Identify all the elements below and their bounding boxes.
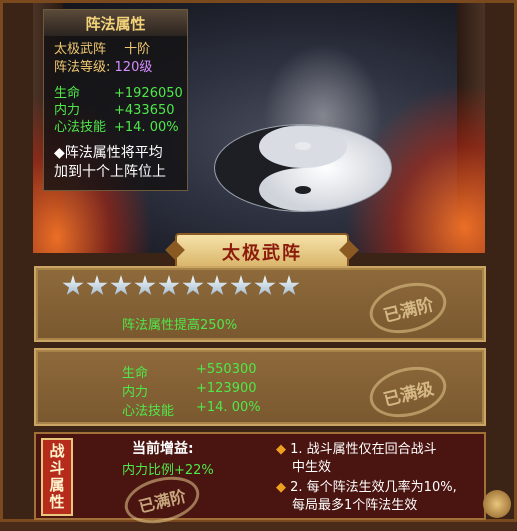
corner-ornament	[483, 490, 511, 518]
note-line-2: 加到十个上阵位上	[54, 164, 166, 180]
level-stat-label-hp: 生命	[122, 366, 149, 381]
attribute-boost-text: 阵法属性提高250%	[122, 318, 238, 333]
tag-char: 战	[49, 442, 65, 460]
star-icon	[110, 275, 132, 296]
yin-yang-icon	[214, 124, 392, 212]
level-label: 阵法等级:	[54, 60, 111, 75]
tag-char: 斗	[49, 459, 65, 477]
stat-row-mana: 内力 +433650	[54, 103, 175, 119]
formation-title: 太极武阵	[222, 243, 302, 264]
battle-note-1-cont: 中生效	[292, 460, 332, 475]
level-value: 120级	[114, 60, 153, 75]
level-stat-value-hp: +550300	[196, 362, 257, 377]
level-stat-label-mana: 内力	[122, 385, 149, 400]
current-gain-label: 当前增益:	[132, 441, 194, 457]
battle-note-2-cont: 每局最多1个阵法生效	[292, 498, 418, 513]
star-rating	[62, 275, 300, 299]
star-icon	[206, 275, 228, 296]
star-icon	[278, 275, 300, 296]
formation-level-row: 阵法等级: 120级	[54, 60, 152, 76]
stat-value: +14. 00%	[114, 120, 179, 135]
stat-value: +433650	[114, 103, 175, 118]
star-icon	[254, 275, 276, 296]
star-upgrade-panel: 阵法属性提高250% 已满阶	[34, 266, 486, 342]
info-panel-header: 阵法属性	[44, 10, 187, 36]
tag-char: 性	[49, 493, 65, 511]
diamond-bullet-icon: ◆	[276, 442, 286, 457]
level-stat-value-mana: +123900	[196, 381, 257, 396]
stat-row-skill: 心法技能 +14. 00%	[54, 120, 179, 136]
battle-note-2: ◆ 2. 每个阵法生效几率为10%,	[276, 480, 457, 496]
diamond-bullet-icon: ◆	[276, 480, 286, 495]
stat-label: 内力	[54, 103, 81, 118]
star-icon	[86, 275, 108, 296]
note-text: 1. 战斗属性仅在回合战斗	[290, 442, 437, 457]
level-stat-label-skill: 心法技能	[122, 404, 175, 419]
stat-value: +1926050	[114, 86, 183, 101]
tag-char: 属	[49, 476, 65, 494]
mana-ratio-text: 内力比例+22%	[122, 463, 214, 478]
formation-name-row: 太极武阵 十阶	[54, 42, 150, 58]
max-rank-stamp: 已满阶	[364, 275, 452, 341]
stat-label: 心法技能	[54, 120, 107, 135]
star-icon	[62, 275, 84, 296]
note-text: 2. 每个阵法生效几率为10%,	[290, 480, 457, 495]
info-panel-title: 阵法属性	[85, 14, 146, 33]
star-icon	[134, 275, 156, 296]
star-icon	[230, 275, 252, 296]
formation-name: 太极武阵	[54, 42, 107, 57]
level-stat-value-skill: +14. 00%	[196, 400, 261, 415]
star-icon	[182, 275, 204, 296]
battle-attribute-tag: 战 斗 属 性	[41, 438, 73, 516]
level-stats-panel: 生命 +550300 内力 +123900 心法技能 +14. 00% 已满级	[34, 348, 486, 426]
battle-note-1: ◆ 1. 战斗属性仅在回合战斗	[276, 442, 437, 458]
stat-row-hp: 生命 +1926050	[54, 86, 183, 102]
max-level-stamp: 已满级	[364, 359, 452, 425]
formation-info-panel: 阵法属性 太极武阵 十阶 阵法等级: 120级 生命 +1926050 内力 +43…	[43, 9, 188, 191]
star-icon	[158, 275, 180, 296]
battle-attribute-panel: 战 斗 属 性 当前增益: 内力比例+22% 已满阶 ◆ 1. 战斗属性仅在回合…	[34, 432, 486, 531]
stat-label: 生命	[54, 86, 81, 101]
note-line-1: ◆阵法属性将平均	[54, 145, 163, 161]
formation-rank: 十阶	[124, 42, 151, 57]
